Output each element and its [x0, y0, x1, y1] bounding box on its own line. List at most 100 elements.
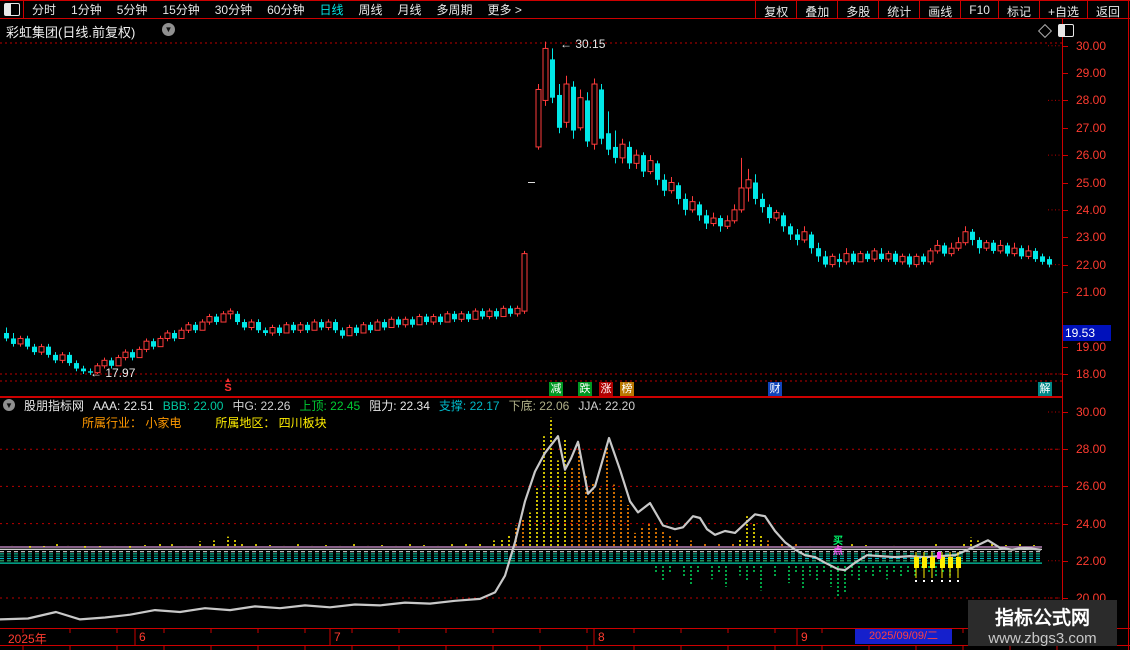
- watermark: 指标公式网 www.zbgs3.com: [968, 600, 1117, 647]
- axis-tick: [1063, 449, 1068, 451]
- indicator-header: 股朋指标网 AAA: 22.51 BBB: 22.00 中G: 22.26 上顶: 2…: [3, 397, 644, 414]
- x-axis: 2025年 6 7 8 9 2025/09/09/二: [0, 629, 1062, 646]
- top-toolbar: 分时 1分钟 5分钟 15分钟 30分钟 60分钟 日线 周线 月线 多周期 更多 > 复权 叠加 多股…: [0, 0, 1130, 19]
- month-label: 6: [139, 630, 146, 644]
- period-menu: 分时 1分钟 5分钟 15分钟 30分钟 60分钟 日线 周线 月线 多周期 更多 >: [32, 1, 522, 18]
- stock-info-pair: 所属地区： 四川板块: [215, 416, 327, 430]
- stock-info: 所属行业： 小家电 所属地区： 四川板块: [82, 414, 327, 431]
- axis-label: 24.00: [1076, 516, 1107, 531]
- month-label: 9: [801, 630, 808, 644]
- axis-tick: [1063, 182, 1068, 184]
- axis-tick: [1063, 73, 1068, 75]
- event-badge-跌: 跌: [578, 382, 592, 396]
- action-item-复权[interactable]: 复权: [755, 1, 796, 19]
- axis-label: 18.00: [1076, 367, 1107, 382]
- period-item-5分钟[interactable]: 5分钟: [117, 1, 148, 18]
- event-badge-减: 减: [549, 382, 563, 396]
- indicator-name: 股朋指标网: [24, 398, 85, 413]
- month-label: 8: [598, 630, 605, 644]
- period-item-月线[interactable]: 月线: [398, 1, 422, 18]
- watermark-url: www.zbgs3.com: [988, 630, 1097, 647]
- high-price-annotation: ← 30.15: [560, 37, 606, 51]
- period-item-多周期[interactable]: 多周期: [437, 1, 473, 18]
- action-item-F10[interactable]: F10: [960, 1, 998, 18]
- indicator-value: JJA: 22.20: [578, 398, 636, 413]
- axis-label: 28.00: [1076, 442, 1107, 457]
- stock-info-pair: 所属行业： 小家电: [82, 416, 182, 430]
- indicator-value: 支撑: 22.17: [438, 398, 500, 413]
- event-badge-财: 财: [768, 382, 782, 396]
- action-item-+自选[interactable]: +自选: [1038, 1, 1087, 19]
- current-price-badge: 19.53: [1063, 325, 1111, 341]
- axis-tick: [1063, 264, 1068, 266]
- charts-canvas: [0, 0, 1130, 650]
- low-price-annotation: ← 17.97: [90, 366, 136, 380]
- axis-label: 25.00: [1076, 175, 1107, 190]
- axis-label: 30.00: [1076, 38, 1107, 53]
- year-label: 2025年: [8, 632, 47, 646]
- title-bar: 彩虹集团(日线.前复权): [0, 20, 1060, 40]
- period-item-周线[interactable]: 周线: [358, 1, 382, 18]
- axis-tick: [1063, 523, 1068, 525]
- maximize-icon[interactable]: [1058, 24, 1074, 37]
- chevron-down-icon[interactable]: [162, 23, 175, 36]
- event-badge-解: 解: [1038, 382, 1052, 396]
- chevron-down-icon[interactable]: [3, 399, 15, 411]
- indicator-value: 下底: 22.06: [508, 398, 570, 413]
- axis-label: 24.00: [1076, 202, 1107, 217]
- indicator-value: BBB: 22.00: [162, 398, 224, 413]
- axis-tick: [1063, 127, 1068, 129]
- indicator-value: 阻力: 22.34: [369, 398, 430, 413]
- period-item-30分钟[interactable]: 30分钟: [215, 1, 252, 18]
- indicator-value: AAA: 22.51: [93, 398, 154, 413]
- axis-tick: [1063, 237, 1068, 239]
- period-item-15分钟[interactable]: 15分钟: [162, 1, 199, 18]
- action-item-多股[interactable]: 多股: [837, 1, 878, 19]
- action-item-叠加[interactable]: 叠加: [796, 1, 837, 19]
- action-item-返回[interactable]: 返回: [1086, 1, 1129, 19]
- axis-tick: [1063, 45, 1068, 47]
- date-badge: 2025/09/09/二: [855, 629, 952, 644]
- month-label: 7: [334, 630, 341, 644]
- axis-label: 22.00: [1076, 257, 1107, 272]
- action-item-统计[interactable]: 统计: [878, 1, 919, 19]
- axis-label: 28.00: [1076, 93, 1107, 108]
- axis-label: 23.00: [1076, 230, 1107, 245]
- axis-label: 29.00: [1076, 66, 1107, 81]
- axis-tick: [1063, 346, 1068, 348]
- event-badge-榜: 榜: [620, 382, 634, 396]
- axis-tick: [1063, 291, 1068, 293]
- axis-label: 26.00: [1076, 148, 1107, 163]
- axis-tick: [1063, 598, 1068, 599]
- axis-label: 19.00: [1076, 339, 1107, 354]
- period-item-分时[interactable]: 分时: [32, 1, 56, 18]
- event-badge-涨: 涨: [599, 382, 613, 396]
- actions-menu: 复权 叠加 多股 统计 画线 F10 标记 +自选 返回: [755, 1, 1129, 19]
- period-item-更多 >[interactable]: 更多 >: [488, 1, 522, 18]
- stock-title: 彩虹集团(日线.前复权): [6, 25, 136, 40]
- app-window: 分时 1分钟 5分钟 15分钟 30分钟 60分钟 日线 周线 月线 多周期 更多 > 复权 叠加 多股…: [0, 0, 1130, 650]
- period-item-1分钟[interactable]: 1分钟: [71, 1, 102, 18]
- axis-tick: [1063, 209, 1068, 211]
- indicator-value: 中G: 22.26: [232, 398, 291, 413]
- axis-label: 22.00: [1076, 553, 1107, 568]
- action-item-画线[interactable]: 画线: [919, 1, 960, 19]
- axis-label: 21.00: [1076, 284, 1107, 299]
- axis-label: 27.00: [1076, 120, 1107, 135]
- axis-tick: [1063, 100, 1068, 102]
- watermark-title: 指标公式网: [994, 608, 1090, 629]
- axis-tick: [1063, 486, 1068, 488]
- period-item-日线[interactable]: 日线: [319, 1, 343, 18]
- period-item-60分钟[interactable]: 60分钟: [267, 1, 304, 18]
- axis-label: 30.00: [1076, 405, 1107, 419]
- indicator-values: AAA: 22.51 BBB: 22.00 中G: 22.26 上顶: 22.45 阻力…: [93, 397, 644, 414]
- axis-tick: [1063, 374, 1068, 376]
- axis-label: 26.00: [1076, 479, 1107, 494]
- event-badge-S: ▲ S: [224, 377, 232, 394]
- action-item-标记[interactable]: 标记: [997, 1, 1039, 19]
- axis-tick: [1063, 412, 1068, 413]
- indicator-value: 上顶: 22.45: [299, 398, 361, 413]
- layout-icon[interactable]: [0, 1, 24, 18]
- axis-tick: [1063, 560, 1068, 562]
- axis-tick: [1063, 155, 1068, 157]
